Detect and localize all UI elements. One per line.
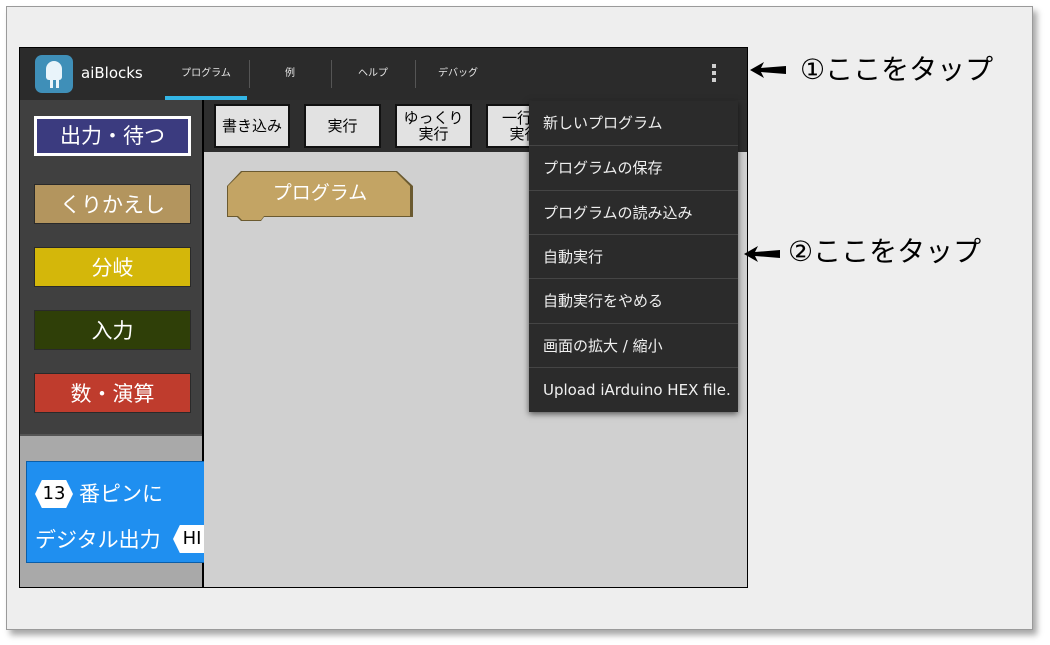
tab-help[interactable]: ヘルプ — [332, 48, 414, 100]
run-button[interactable]: 実行 — [304, 104, 381, 148]
overflow-menu-icon[interactable] — [710, 64, 718, 84]
menu-stop-auto-run[interactable]: 自動実行をやめる — [529, 279, 738, 323]
tab-program[interactable]: プログラム — [165, 48, 247, 100]
app-screen: aiBlocks プログラム 例 ヘルプ デバッグ 出力・待つ くりかえし 分岐… — [19, 47, 748, 588]
app-title: aiBlocks — [81, 64, 143, 82]
category-loop[interactable]: くりかえし — [34, 184, 191, 224]
tab-debug[interactable]: デバッグ — [416, 48, 500, 100]
arrow-left-icon — [750, 62, 786, 78]
block-text-pin: 番ピンに — [79, 482, 163, 506]
callout-step2: ②ここをタップ — [788, 235, 982, 268]
arrow-left-icon — [744, 246, 780, 262]
menu-new-program[interactable]: 新しいプログラム — [529, 101, 738, 145]
digital-output-block[interactable]: 13 番ピンに デジタル出力 HI — [26, 461, 211, 563]
menu-auto-run[interactable]: 自動実行 — [529, 235, 738, 279]
block-palette: 出力・待つ くりかえし 分岐 入力 数・演算 13 番ピンに デジタル出力 HI — [20, 100, 211, 587]
menu-load-program[interactable]: プログラムの読み込み — [529, 191, 738, 235]
write-button[interactable]: 書き込み — [214, 104, 290, 148]
category-input[interactable]: 入力 — [34, 310, 191, 350]
aiblocks-bulb-icon — [35, 55, 73, 93]
palette-block-area: 13 番ピンに デジタル出力 HI — [20, 434, 211, 587]
menu-upload-hex[interactable]: Upload iArduino HEX file. — [529, 368, 738, 412]
block-text-digital-output: デジタル出力 — [35, 528, 161, 552]
program-start-block[interactable]: プログラム — [228, 172, 410, 220]
slow-run-button[interactable]: ゆっくり 実行 — [395, 104, 472, 148]
menu-zoom[interactable]: 画面の拡大 / 縮小 — [529, 324, 738, 368]
tab-examples[interactable]: 例 — [250, 48, 330, 100]
category-output-wait[interactable]: 出力・待つ — [34, 116, 191, 156]
overflow-dropdown-menu: 新しいプログラム プログラムの保存 プログラムの読み込み 自動実行 自動実行をや… — [529, 101, 738, 412]
category-branch[interactable]: 分岐 — [34, 247, 191, 287]
menu-save-program[interactable]: プログラムの保存 — [529, 146, 738, 190]
action-bar: aiBlocks プログラム 例 ヘルプ デバッグ — [20, 48, 747, 100]
category-math[interactable]: 数・演算 — [34, 373, 191, 413]
pin-number-slot[interactable]: 13 — [35, 480, 73, 508]
callout-step1: ①ここをタップ — [800, 53, 994, 86]
